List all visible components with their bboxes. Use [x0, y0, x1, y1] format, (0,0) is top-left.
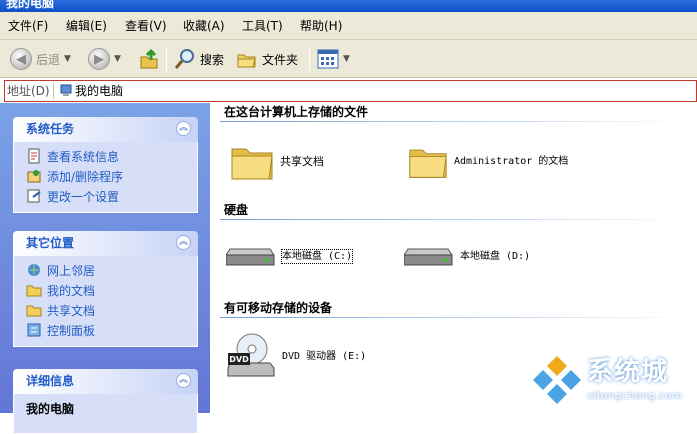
watermark-logo-icon — [533, 356, 581, 404]
system-info-icon — [28, 148, 40, 164]
folder-icon — [231, 148, 273, 180]
dvd-drive-icon: DVD — [227, 333, 275, 377]
other-places-panel: 其它位置 ︽ 网上邻居 我的文档 共享文档 控制面板 — [13, 231, 198, 347]
search-button[interactable]: 搜索 — [174, 46, 224, 72]
details-header[interactable]: 详细信息 ︽ — [13, 369, 198, 394]
system-tasks-title: 系统任务 — [26, 122, 75, 136]
content-area: 在这台计算机上存储的文件 共享文档 Administrator 的文档 硬盘 本… — [210, 103, 697, 413]
toolbar-separator — [166, 47, 167, 71]
collapse-chevron-icon[interactable]: ︽ — [176, 121, 191, 136]
toolbar: ◀ 后退 ▼ ▶ ▼ 搜索 文件夹 ▼ — [0, 40, 697, 78]
add-remove-programs-link[interactable]: 添加/删除程序 — [26, 166, 197, 186]
title-bar: 我的电脑 — [0, 0, 697, 12]
menu-view[interactable]: 查看(V) — [125, 19, 167, 33]
folder-icon — [26, 305, 42, 317]
folders-button[interactable]: 文件夹 — [236, 46, 298, 72]
system-tasks-panel: 系统任务 ︽ 查看系统信息 添加/删除程序 更改一个设置 — [13, 117, 198, 213]
search-icon — [174, 49, 194, 69]
local-disk-c-item[interactable]: 本地磁盘 (C:) — [226, 241, 354, 271]
link-label: 控制面板 — [47, 323, 96, 338]
forward-button[interactable]: ▶ ▼ — [88, 46, 121, 72]
up-folder-button[interactable] — [138, 46, 160, 72]
task-pane: 系统任务 ︽ 查看系统信息 添加/删除程序 更改一个设置 其它位置 ︽ 网上邻居… — [0, 103, 210, 434]
up-folder-icon — [140, 48, 158, 69]
control-panel-link[interactable]: 控制面板 — [26, 320, 197, 340]
collapse-chevron-icon[interactable]: ︽ — [176, 373, 191, 388]
folder-icon — [409, 149, 447, 178]
toolbar-separator — [309, 47, 310, 71]
local-disk-d-item[interactable]: 本地磁盘 (D:) — [404, 241, 530, 271]
collapse-chevron-icon[interactable]: ︽ — [176, 235, 191, 250]
window-title: 我的电脑 — [6, 0, 55, 10]
settings-icon — [27, 189, 41, 203]
link-label: 查看系统信息 — [47, 149, 120, 164]
menu-edit[interactable]: 编辑(E) — [66, 19, 107, 33]
menu-help[interactable]: 帮助(H) — [300, 19, 342, 33]
other-places-title: 其它位置 — [26, 236, 75, 250]
control-panel-icon — [27, 323, 41, 337]
watermark: 系统城 xitongcheng.com — [531, 354, 691, 409]
item-label: 共享文档 — [280, 154, 324, 168]
folders-icon — [237, 54, 256, 68]
dvd-badge: DVD — [229, 355, 249, 364]
address-input[interactable]: 我的电脑 — [75, 84, 123, 98]
address-label: 地址(D) — [7, 84, 50, 98]
details-title: 详细信息 — [26, 374, 75, 388]
details-name: 我的电脑 — [26, 402, 75, 416]
back-button[interactable]: ◀ 后退 ▼ — [10, 46, 71, 72]
network-places-link[interactable]: 网上邻居 — [26, 260, 197, 280]
address-bar: 地址(D) 我的电脑 — [4, 80, 697, 102]
my-computer-icon — [60, 84, 72, 96]
folder-icon — [26, 285, 42, 297]
other-places-header[interactable]: 其它位置 ︽ — [13, 231, 198, 256]
group-header-files: 在这台计算机上存储的文件 — [224, 105, 369, 119]
menu-favorites[interactable]: 收藏(A) — [183, 19, 225, 33]
change-setting-link[interactable]: 更改一个设置 — [26, 186, 197, 206]
watermark-url: xitongcheng.com — [587, 389, 683, 402]
group-divider — [220, 121, 690, 122]
menu-tools[interactable]: 工具(T) — [242, 19, 283, 33]
view-system-info-link[interactable]: 查看系统信息 — [26, 146, 197, 166]
menu-file[interactable]: 文件(F) — [8, 19, 48, 33]
system-tasks-header[interactable]: 系统任务 ︽ — [13, 117, 198, 142]
back-dropdown-icon: ▼ — [64, 54, 71, 64]
link-label: 我的文档 — [47, 283, 96, 298]
shared-documents-item[interactable]: 共享文档 — [230, 141, 324, 181]
folders-label: 文件夹 — [262, 52, 299, 67]
link-label: 网上邻居 — [47, 263, 96, 278]
my-documents-link[interactable]: 我的文档 — [26, 280, 197, 300]
item-label: 本地磁盘 (D:) — [460, 250, 531, 262]
item-label: DVD 驱动器 (E:) — [282, 350, 367, 362]
item-label: 本地磁盘 (C:) — [280, 248, 354, 264]
administrator-documents-item[interactable]: Administrator 的文档 — [408, 141, 572, 181]
shared-documents-link[interactable]: 共享文档 — [26, 300, 197, 320]
views-dropdown-icon: ▼ — [343, 54, 350, 64]
group-header-removable: 有可移动存储的设备 — [224, 301, 333, 315]
group-divider — [220, 219, 690, 220]
details-panel: 详细信息 ︽ 我的电脑 — [13, 369, 198, 434]
item-label: Administrator 的文档 — [454, 155, 569, 167]
link-label: 更改一个设置 — [47, 189, 120, 204]
back-label: 后退 — [36, 52, 61, 67]
views-button[interactable]: ▼ — [317, 46, 350, 72]
views-icon — [317, 49, 339, 69]
back-arrow-icon: ◀ — [10, 48, 32, 70]
watermark-brand: 系统城 — [587, 357, 669, 387]
forward-dropdown-icon: ▼ — [114, 54, 121, 64]
hard-drive-icon — [226, 248, 275, 266]
group-divider — [220, 317, 690, 318]
dvd-drive-item[interactable]: DVD DVD 驱动器 (E:) — [226, 331, 366, 381]
link-label: 共享文档 — [47, 303, 96, 318]
search-label: 搜索 — [200, 52, 225, 67]
menu-bar: 文件(F) 编辑(E) 查看(V) 收藏(A) 工具(T) 帮助(H) — [0, 12, 697, 40]
forward-arrow-icon: ▶ — [88, 48, 110, 70]
hard-drive-icon — [404, 248, 453, 266]
network-icon — [28, 264, 40, 276]
add-remove-icon — [27, 170, 41, 183]
group-header-drives: 硬盘 — [224, 203, 249, 217]
address-separator — [53, 83, 54, 99]
link-label: 添加/删除程序 — [47, 169, 124, 184]
